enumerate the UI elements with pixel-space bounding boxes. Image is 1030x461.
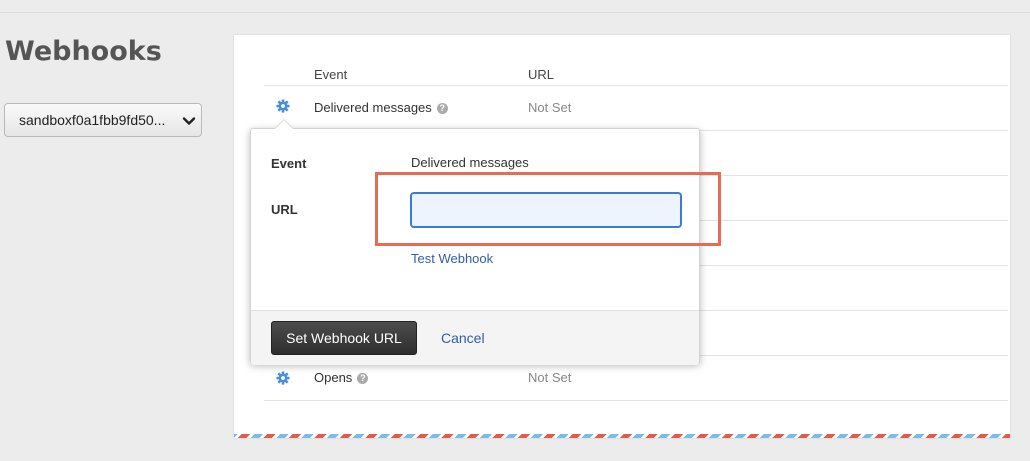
top-divider (0, 12, 1030, 13)
event-name: Opens (314, 370, 353, 385)
domain-select-value: sandboxf0a1fbb9fd50... (19, 112, 166, 128)
chevron-down-icon (182, 114, 196, 131)
webhook-url-input[interactable] (410, 192, 682, 228)
event-cell: Opens? (314, 370, 369, 385)
url-label: URL (271, 202, 298, 217)
test-webhook-link[interactable]: Test Webhook (411, 251, 493, 266)
event-value: Delivered messages (411, 155, 529, 170)
question-icon[interactable]: ? (436, 103, 448, 114)
domain-select[interactable]: sandboxf0a1fbb9fd50... (4, 103, 202, 137)
question-icon[interactable]: ? (357, 373, 369, 384)
url-cell: Not Set (528, 100, 572, 115)
gear-icon[interactable] (276, 371, 290, 390)
url-cell: Not Set (528, 370, 572, 385)
popover-arrow (275, 120, 293, 129)
row-divider (264, 85, 1008, 86)
row-divider (264, 400, 1008, 401)
set-webhook-url-button[interactable]: Set Webhook URL (271, 321, 417, 355)
popover-footer: Set Webhook URL Cancel (251, 310, 699, 365)
event-cell: Delivered messages? (314, 100, 448, 115)
gear-icon[interactable] (276, 99, 290, 118)
column-header-url: URL (528, 67, 555, 82)
event-label: Event (271, 156, 307, 171)
column-header-event: Event (314, 67, 348, 82)
page-title: Webhooks (5, 36, 162, 67)
event-name: Delivered messages (314, 100, 432, 115)
airmail-border (234, 434, 1010, 438)
webhook-edit-popover: Event Delivered messages URL Test Webhoo… (250, 119, 700, 365)
cancel-link[interactable]: Cancel (441, 330, 485, 346)
